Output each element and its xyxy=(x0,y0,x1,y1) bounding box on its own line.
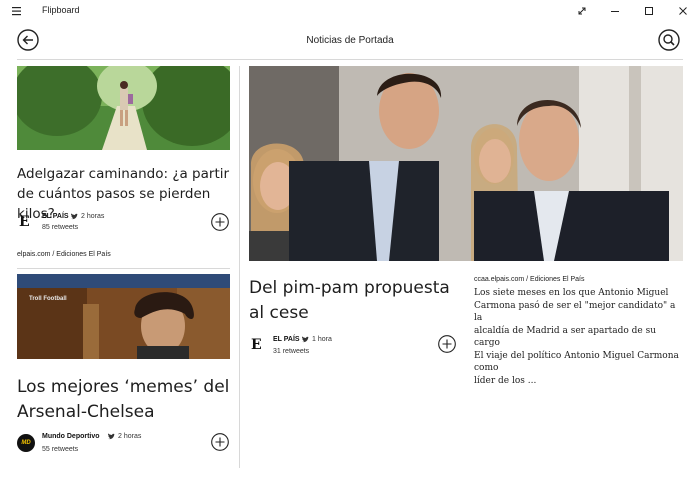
hamburger-menu-icon[interactable] xyxy=(10,4,24,18)
mundo-deportivo-logo-icon: MD xyxy=(17,434,35,452)
card1-source-name[interactable]: EL PAÍS xyxy=(42,213,69,220)
svg-text:E: E xyxy=(251,337,262,352)
card4-line: El viaje del político Antonio Miguel Car… xyxy=(474,350,679,374)
hero-image[interactable] xyxy=(249,66,683,261)
card2-source-name[interactable]: Mundo Deportivo xyxy=(42,433,100,440)
caption-source[interactable]: elpais.com / Ediciones El País xyxy=(17,251,111,258)
column-divider xyxy=(239,66,240,468)
minimize-button[interactable] xyxy=(598,0,632,22)
section-header: Noticias de Portada xyxy=(0,22,700,60)
el-pais-logo-icon: E xyxy=(19,214,30,229)
el-pais-logo-icon: E xyxy=(251,337,262,352)
md-logo-text: MD xyxy=(21,440,31,446)
twitter-bird-icon xyxy=(301,336,309,343)
app-title: Flipboard xyxy=(42,5,80,15)
card3-retweets: 31 retweets xyxy=(273,348,310,355)
expand-arrows-icon xyxy=(578,7,586,15)
twitter-bird-icon xyxy=(107,433,115,440)
card4-line: Carmona pasó de ser el "mejor candidato"… xyxy=(474,300,676,324)
maximize-button[interactable] xyxy=(632,0,666,22)
card2-time: 2 horas xyxy=(118,433,142,440)
walking-photo xyxy=(17,66,230,150)
resize-button[interactable] xyxy=(565,0,599,22)
card-image-walking[interactable] xyxy=(17,66,230,150)
card1-time: 2 horas xyxy=(81,213,105,220)
twitter-bird-icon xyxy=(70,213,78,220)
left-column-divider xyxy=(17,268,230,269)
add-button-card1[interactable] xyxy=(211,213,229,231)
close-button[interactable] xyxy=(666,0,700,22)
card2-retweets: 55 retweets xyxy=(42,446,79,453)
card1-retweets: 85 retweets xyxy=(42,224,79,231)
card-image-meme[interactable]: Troll Football xyxy=(17,274,230,359)
page-title: Noticias de Portada xyxy=(306,35,394,46)
card3-time: 1 hora xyxy=(312,336,332,343)
card4-summary[interactable]: Los siete meses en los que Antonio Migue… xyxy=(474,287,684,387)
search-icon[interactable] xyxy=(658,29,680,51)
card3-source-name[interactable]: EL PAÍS xyxy=(273,336,300,343)
title-bar: Flipboard xyxy=(0,0,700,22)
add-button-card2[interactable] xyxy=(211,433,229,451)
meme-watermark: Troll Football xyxy=(29,296,67,302)
svg-text:E: E xyxy=(19,214,30,229)
card4-line: líder de los ... xyxy=(474,375,537,386)
card2-headline[interactable]: Los mejores ‘memes’ del Arsenal-Chelsea xyxy=(17,375,237,425)
card4-line: Los siete meses en los que Antonio Migue… xyxy=(474,288,669,298)
card4-source[interactable]: ccaa.elpais.com / Ediciones El País xyxy=(474,276,585,283)
meme-photo xyxy=(17,274,230,359)
politicians-photo xyxy=(249,66,683,261)
card3-headline[interactable]: Del pim-pam propuesta al cese xyxy=(249,276,459,326)
card4-line: alcaldía de Madrid a ser apartado de su … xyxy=(474,325,657,349)
add-button-card3[interactable] xyxy=(438,335,456,353)
close-icon xyxy=(679,7,687,15)
maximize-icon xyxy=(645,7,653,15)
minimize-icon xyxy=(611,11,619,12)
header-divider xyxy=(17,59,683,60)
